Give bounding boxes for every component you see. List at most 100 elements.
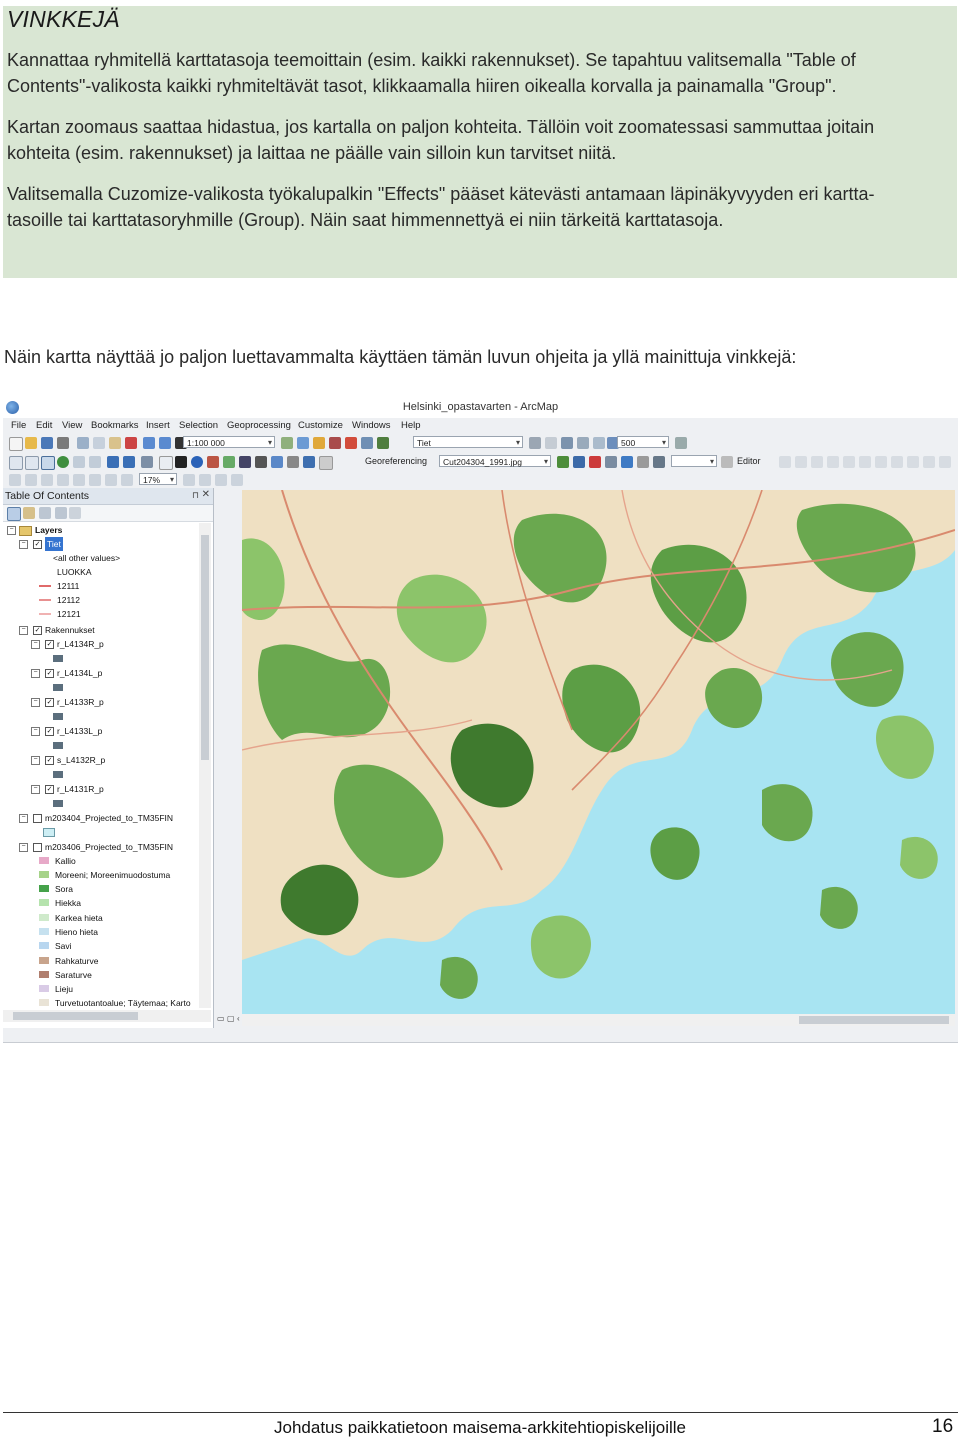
zoom-in-icon[interactable]: [9, 456, 23, 470]
menu-file[interactable]: File: [11, 420, 26, 431]
menu-insert[interactable]: Insert: [146, 420, 170, 431]
measure-icon[interactable]: [239, 456, 251, 468]
toc-vertical-scrollbar[interactable]: [199, 523, 211, 1008]
catalog-icon[interactable]: [313, 437, 325, 449]
flicker-icon[interactable]: [593, 437, 605, 449]
hyperlink-icon[interactable]: [207, 456, 219, 468]
georef-options-icon[interactable]: [721, 456, 733, 468]
toc-row-r4[interactable]: − ✓ r_L4133L_p: [7, 724, 197, 738]
rotation-value-combo[interactable]: [671, 455, 717, 468]
clear-selection-icon[interactable]: [159, 456, 173, 470]
transparency-icon[interactable]: [561, 437, 573, 449]
visibility-checkbox[interactable]: ✓: [45, 785, 54, 794]
arctoolbox-icon[interactable]: [345, 437, 357, 449]
identify-icon[interactable]: [191, 456, 203, 468]
shift-icon[interactable]: [573, 456, 585, 468]
flicker-rate-combo[interactable]: 500: [617, 436, 669, 449]
toc-row-m1[interactable]: − m203404_Projected_to_TM35FIN: [7, 811, 197, 825]
visibility-checkbox[interactable]: ✓: [45, 756, 54, 765]
edit-tool-icon[interactable]: [779, 456, 791, 468]
map-view[interactable]: [242, 490, 955, 1014]
select-features-icon[interactable]: [141, 456, 153, 468]
editor-menu[interactable]: Editor: [737, 456, 761, 466]
trace-icon[interactable]: [843, 456, 855, 468]
add-control-points-icon[interactable]: [589, 456, 601, 468]
editor-toolbar-icon[interactable]: [281, 437, 293, 449]
toc-row-r3[interactable]: − ✓ r_L4133R_p: [7, 695, 197, 709]
collapse-icon[interactable]: −: [7, 526, 16, 535]
edit-vertices-icon[interactable]: [875, 456, 887, 468]
pin-icon[interactable]: ⊓: [192, 490, 199, 501]
menu-view[interactable]: View: [62, 420, 82, 431]
layout-view-icon[interactable]: ▢: [227, 1014, 235, 1023]
find-route-icon[interactable]: [271, 456, 283, 468]
contrast-icon[interactable]: [529, 437, 541, 449]
visibility-checkbox[interactable]: ✓: [45, 727, 54, 736]
menu-bookmarks[interactable]: Bookmarks: [91, 420, 139, 431]
list-by-source-icon[interactable]: [23, 507, 35, 519]
end-point-arc-icon[interactable]: [827, 456, 839, 468]
html-popup-icon[interactable]: [223, 456, 235, 468]
focus-data-frame-icon[interactable]: [199, 474, 211, 486]
menu-customize[interactable]: Customize: [298, 420, 343, 431]
print-icon[interactable]: [57, 437, 69, 449]
go-to-xy-icon[interactable]: [287, 456, 299, 468]
collapse-icon[interactable]: −: [31, 640, 40, 649]
list-by-visibility-icon[interactable]: [39, 507, 51, 519]
split-tool-icon[interactable]: [923, 456, 935, 468]
collapse-icon[interactable]: −: [31, 669, 40, 678]
menu-help[interactable]: Help: [401, 420, 421, 431]
effects-option-icon[interactable]: [675, 437, 687, 449]
visibility-checkbox[interactable]: ✓: [45, 640, 54, 649]
toggle-draft-icon[interactable]: [183, 474, 195, 486]
paste-icon[interactable]: [109, 437, 121, 449]
toc-options-icon[interactable]: [69, 507, 81, 519]
collapse-icon[interactable]: −: [31, 756, 40, 765]
scroll-thumb[interactable]: [13, 1012, 138, 1020]
menu-windows[interactable]: Windows: [352, 420, 391, 431]
menu-selection[interactable]: Selection: [179, 420, 218, 431]
fixed-zoom-in-icon[interactable]: [73, 456, 85, 468]
visibility-checkbox[interactable]: [33, 814, 42, 823]
visibility-checkbox[interactable]: ✓: [45, 669, 54, 678]
toc-row-r1[interactable]: − ✓ r_L4134R_p: [7, 637, 197, 651]
swipe-icon[interactable]: [577, 437, 589, 449]
straight-segment-icon[interactable]: [811, 456, 823, 468]
link-table-icon[interactable]: [605, 456, 617, 468]
layout-zoom-whole-icon[interactable]: [57, 474, 69, 486]
search-icon[interactable]: [329, 437, 341, 449]
visibility-checkbox[interactable]: ✓: [45, 698, 54, 707]
rotate-tool-icon[interactable]: [939, 456, 951, 468]
menu-edit[interactable]: Edit: [36, 420, 52, 431]
scroll-thumb[interactable]: [201, 535, 209, 760]
collapse-icon[interactable]: −: [31, 698, 40, 707]
fixed-zoom-out-icon[interactable]: [89, 456, 101, 468]
viewer-icon[interactable]: [637, 456, 649, 468]
scroll-thumb[interactable]: [799, 1016, 949, 1024]
auto-adjust-icon[interactable]: [621, 456, 633, 468]
undo-icon[interactable]: [143, 437, 155, 449]
rotate-icon[interactable]: [557, 456, 569, 468]
data-view-icon[interactable]: ▭: [217, 1014, 225, 1023]
toc-row-r5[interactable]: − ✓ s_L4132R_p: [7, 753, 197, 767]
zoom-100-icon[interactable]: [73, 474, 85, 486]
collapse-icon[interactable]: −: [31, 727, 40, 736]
list-by-selection-icon[interactable]: [55, 507, 67, 519]
layout-forward-icon[interactable]: [121, 474, 133, 486]
python-icon[interactable]: [361, 437, 373, 449]
list-by-drawing-order-icon[interactable]: [7, 507, 21, 521]
toc-icon[interactable]: [297, 437, 309, 449]
cut-icon[interactable]: [77, 437, 89, 449]
layout-fixed-zoom-icon[interactable]: [89, 474, 101, 486]
toc-row-r2[interactable]: − ✓ r_L4134L_p: [7, 666, 197, 680]
menu-geoprocessing[interactable]: Geoprocessing: [227, 420, 291, 431]
effects-layer-combo[interactable]: Tiet: [413, 436, 523, 449]
create-viewer-icon[interactable]: [319, 456, 333, 470]
go-forward-icon[interactable]: [123, 456, 135, 468]
collapse-icon[interactable]: −: [19, 843, 28, 852]
layout-zoom-in-icon[interactable]: [9, 474, 21, 486]
model-builder-icon[interactable]: [377, 437, 389, 449]
toc-row-layers[interactable]: − Layers: [7, 523, 197, 537]
pan-icon[interactable]: [41, 456, 55, 470]
go-back-icon[interactable]: [107, 456, 119, 468]
